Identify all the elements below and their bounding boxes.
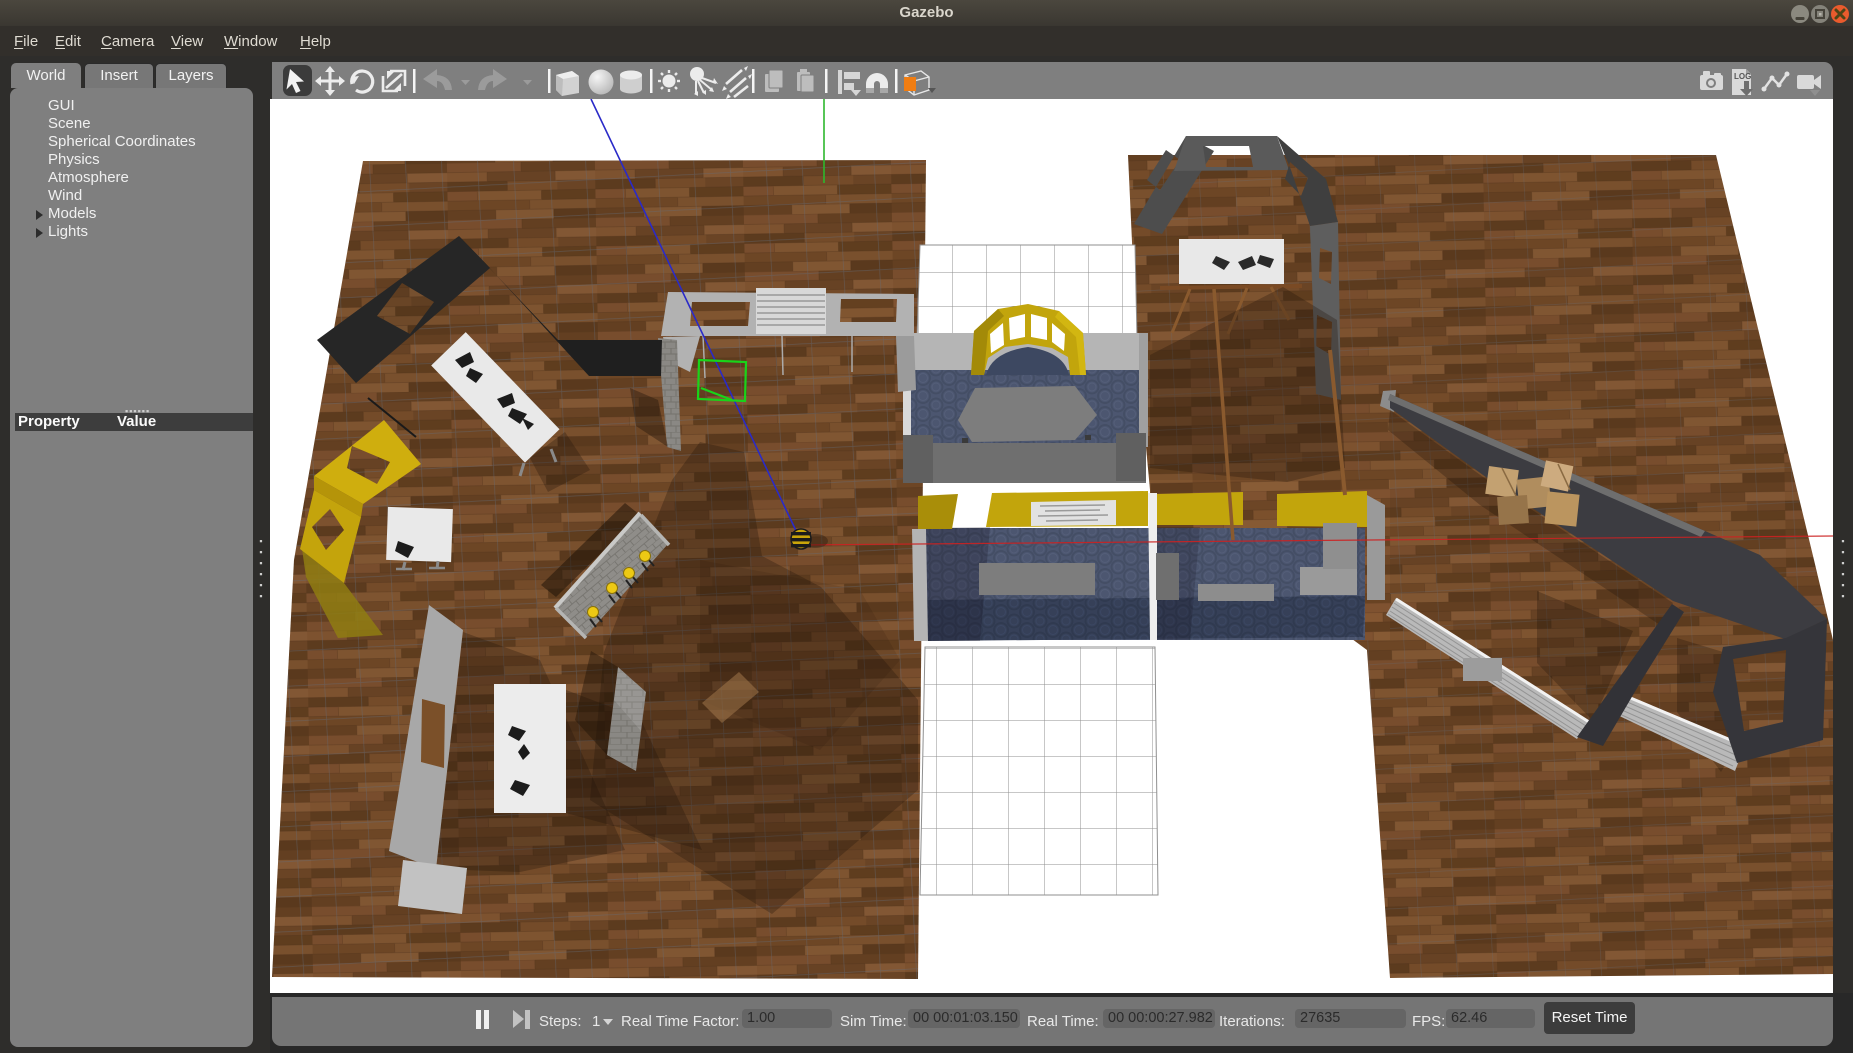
svg-text:LOG: LOG	[1734, 72, 1751, 81]
